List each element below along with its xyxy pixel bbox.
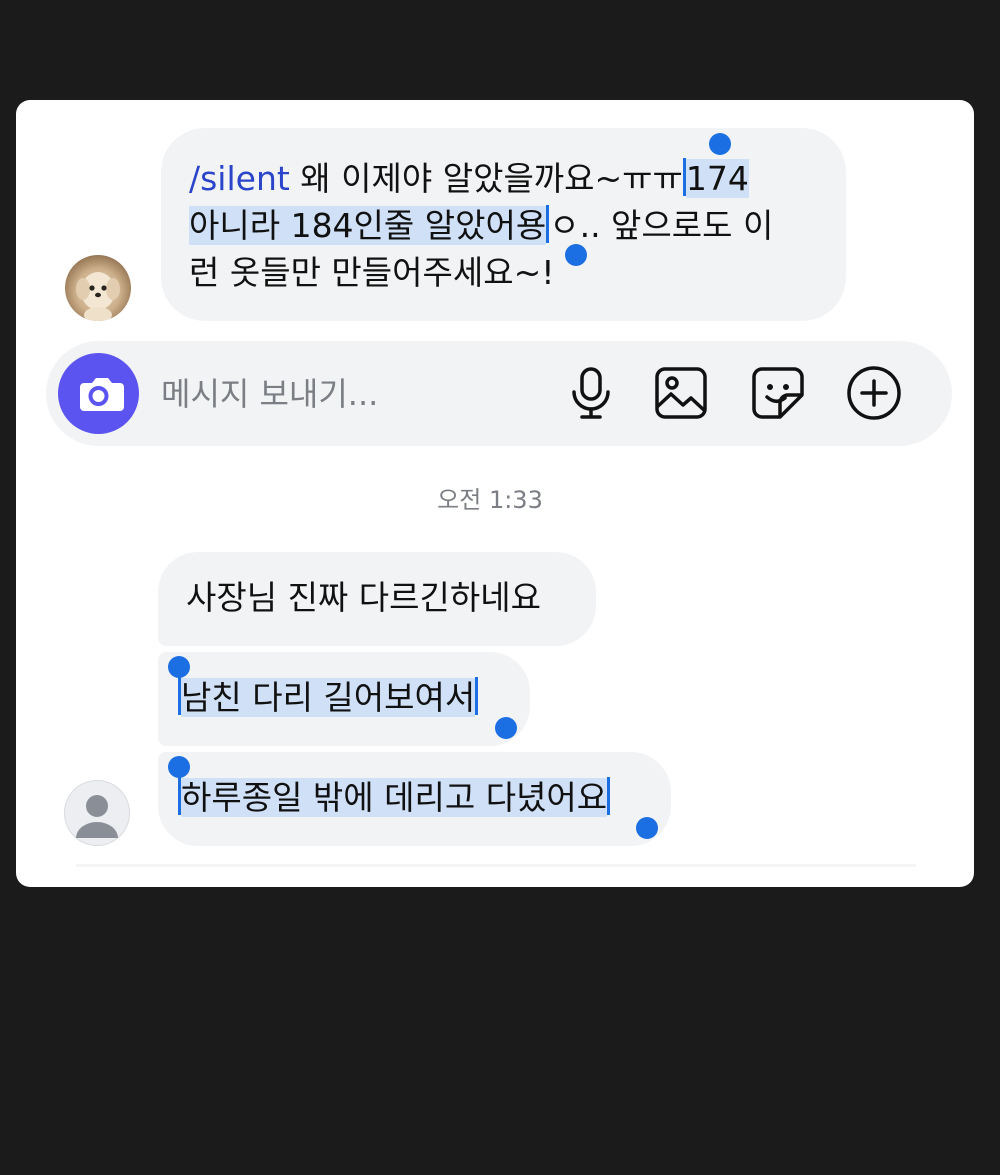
chat-panel: /silent 왜 이제야 알았을까요~ㅠㅠ174 아니라 184인줄 알았어용… (16, 100, 974, 887)
sticker-icon (752, 367, 804, 419)
selected-text: 174 (685, 159, 749, 198)
message-text: 사장님 진짜 다르긴하네요 (186, 578, 541, 617)
screenshot-stage: /silent 왜 이제야 알았을까요~ㅠㅠ174 아니라 184인줄 알았어용… (0, 0, 1000, 1175)
selected-text: 아니라 184인줄 알았어용 (189, 206, 547, 245)
sticker-button[interactable] (748, 363, 808, 423)
selection-end-handle[interactable] (495, 717, 517, 739)
selection-end-caret (607, 777, 611, 815)
divider (76, 864, 916, 867)
plus-circle-icon (847, 366, 901, 420)
selected-text: 하루종일 밖에 데리고 다녔어요 (181, 778, 608, 817)
message-bubble[interactable]: 사장님 진짜 다르긴하네요 (158, 552, 596, 646)
more-button[interactable] (844, 363, 904, 423)
microphone-icon (572, 367, 610, 419)
selection-start-handle[interactable] (168, 656, 190, 678)
gallery-button[interactable] (651, 363, 711, 423)
selection-start-handle[interactable] (168, 756, 190, 778)
camera-icon (80, 378, 124, 411)
image-icon (655, 367, 707, 419)
message-composer (46, 341, 952, 446)
camera-button[interactable] (58, 353, 139, 434)
selection-start-handle[interactable] (709, 133, 731, 155)
message-bubble[interactable]: 남친 다리 길어보여서 (158, 652, 530, 746)
message-bubble[interactable]: 하루종일 밖에 데리고 다녔어요 (158, 752, 671, 846)
selection-end-handle[interactable] (636, 817, 658, 839)
selection-end-caret (475, 677, 479, 715)
message-line-1: /silent 왜 이제야 알았을까요~ㅠㅠ174 (189, 155, 824, 202)
message-line-2: 아니라 184인줄 알았어용ㅇ.. 앞으로도 이 (189, 202, 824, 249)
silent-command[interactable]: /silent (189, 159, 290, 198)
sender-avatar[interactable] (65, 255, 131, 321)
message-text: ㅇ.. 앞으로도 이 (549, 206, 774, 245)
message-input[interactable] (161, 371, 541, 417)
dog-photo-icon (76, 272, 120, 321)
message-timestamp: 오전 1:33 (437, 486, 543, 514)
message-text: 왜 이제야 알았을까요~ㅠㅠ (289, 159, 683, 198)
selection-end-handle[interactable] (565, 244, 587, 266)
message-line-3: 런 옷들만 만들어주세요~! (189, 253, 555, 292)
sender-avatar[interactable] (64, 780, 130, 846)
person-icon (76, 795, 118, 838)
message-bubble[interactable]: /silent 왜 이제야 알았을까요~ㅠㅠ174 아니라 184인줄 알았어용… (161, 128, 846, 321)
selected-text: 남친 다리 길어보여서 (181, 678, 476, 717)
voice-button[interactable] (561, 363, 621, 423)
